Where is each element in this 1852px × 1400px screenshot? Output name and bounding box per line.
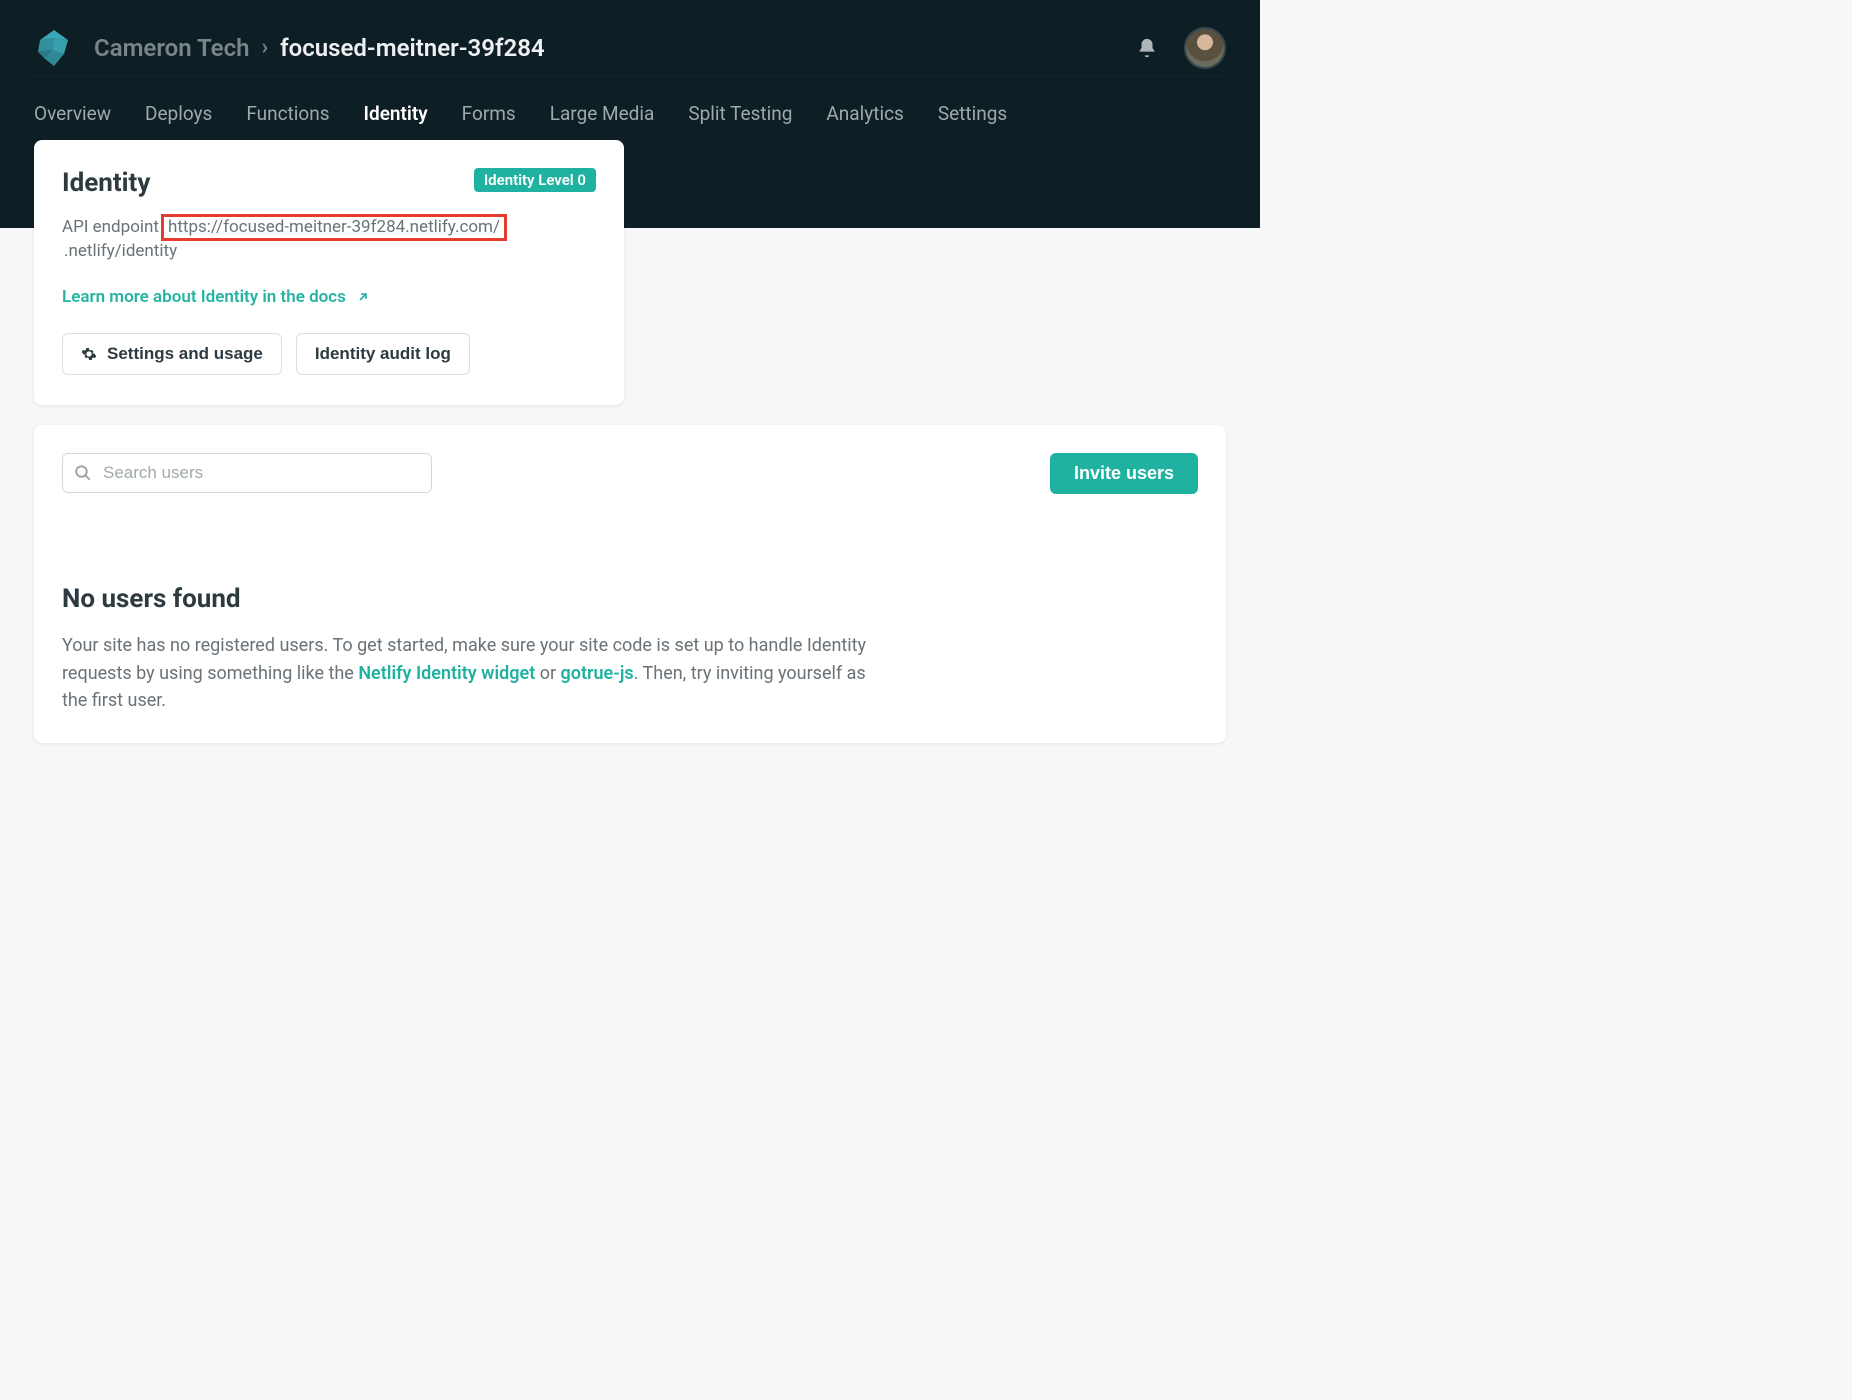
tab-overview[interactable]: Overview bbox=[34, 102, 111, 129]
identity-level-badge: Identity Level 0 bbox=[474, 168, 596, 192]
netlify-identity-widget-link[interactable]: Netlify Identity widget bbox=[358, 663, 535, 684]
invite-users-button[interactable]: Invite users bbox=[1050, 453, 1198, 494]
api-endpoint-suffix: .netlify/identity bbox=[64, 241, 177, 261]
breadcrumb-site[interactable]: focused-meitner-39f284 bbox=[280, 34, 545, 62]
breadcrumb-team[interactable]: Cameron Tech bbox=[94, 34, 250, 62]
breadcrumb: Cameron Tech › focused-meitner-39f284 bbox=[94, 34, 1136, 62]
tab-forms[interactable]: Forms bbox=[462, 102, 516, 129]
page-title: Identity bbox=[62, 168, 150, 198]
site-tabs: Overview Deploys Functions Identity Form… bbox=[34, 76, 1226, 129]
no-users-title: No users found bbox=[62, 584, 1198, 614]
tab-split-testing[interactable]: Split Testing bbox=[688, 102, 792, 129]
search-users-input[interactable] bbox=[62, 453, 432, 493]
tab-identity[interactable]: Identity bbox=[364, 102, 428, 129]
identity-summary-card: Identity Identity Level 0 API endpoint h… bbox=[34, 140, 624, 405]
settings-button-label: Settings and usage bbox=[107, 344, 263, 364]
external-link-icon bbox=[356, 290, 370, 304]
breadcrumb-separator: › bbox=[262, 35, 269, 60]
tab-large-media[interactable]: Large Media bbox=[550, 102, 655, 129]
api-endpoint-highlighted: https://focused-meitner-39f284.netlify.c… bbox=[161, 214, 507, 241]
tab-deploys[interactable]: Deploys bbox=[145, 102, 212, 129]
gear-icon bbox=[81, 346, 97, 362]
audit-button-label: Identity audit log bbox=[315, 344, 451, 364]
settings-and-usage-button[interactable]: Settings and usage bbox=[62, 333, 282, 375]
notifications-bell-icon[interactable] bbox=[1136, 36, 1158, 60]
netlify-logo-icon[interactable] bbox=[34, 28, 74, 68]
user-avatar[interactable] bbox=[1184, 27, 1226, 69]
tab-analytics[interactable]: Analytics bbox=[826, 102, 903, 129]
no-users-description: Your site has no registered users. To ge… bbox=[62, 632, 872, 716]
users-card: Invite users No users found Your site ha… bbox=[34, 425, 1226, 744]
empty-text-or: or bbox=[535, 663, 560, 684]
identity-docs-link[interactable]: Learn more about Identity in the docs bbox=[62, 287, 370, 307]
search-icon bbox=[74, 464, 92, 482]
tab-settings[interactable]: Settings bbox=[938, 102, 1007, 129]
identity-audit-log-button[interactable]: Identity audit log bbox=[296, 333, 470, 375]
api-endpoint-label: API endpoint bbox=[62, 217, 159, 237]
tab-functions[interactable]: Functions bbox=[246, 102, 329, 129]
gotrue-js-link[interactable]: gotrue-js bbox=[561, 663, 634, 684]
api-endpoint-line: API endpoint https://focused-meitner-39f… bbox=[62, 214, 596, 261]
docs-link-label: Learn more about Identity in the docs bbox=[62, 287, 346, 307]
